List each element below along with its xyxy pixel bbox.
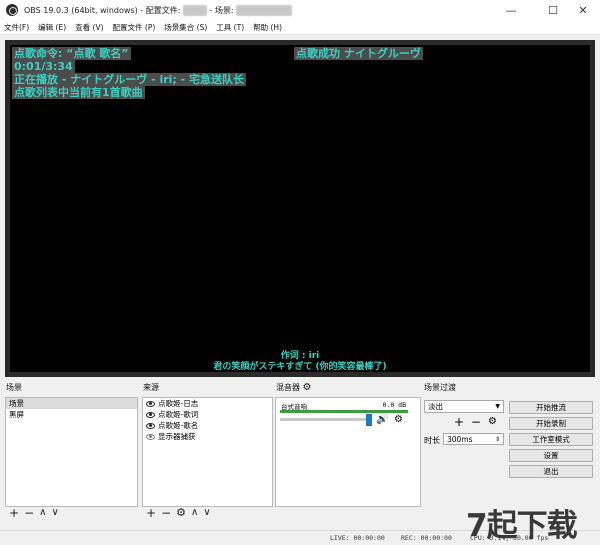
start-stream-button[interactable]: 开始推流 (509, 401, 593, 414)
lyric-line: 君の笑顔がステキすぎて (你的笑容最棒了) (213, 362, 387, 372)
sources-list[interactable]: 点歌姬-日志 点歌姬-歌词 点歌姬-歌名 显示器捕获 (142, 397, 273, 507)
close-button[interactable]: ✕ (566, 0, 600, 20)
gear-icon[interactable]: ⚙ (488, 416, 497, 427)
gear-icon[interactable]: ⚙ (176, 507, 186, 519)
speaker-icon[interactable]: 🔊 (376, 414, 388, 425)
source-label: 显示器捕获 (158, 432, 196, 441)
add-icon[interactable]: + (454, 415, 464, 429)
transition-select[interactable]: 淡出 ▼ (424, 400, 504, 413)
scene-item[interactable]: 黑屏 (6, 409, 137, 420)
window-title: OBS 19.0.3 (64bit, windows) - 配置文件: 未命名 … (24, 4, 293, 16)
live-time: LIVE: 00:00:00 (330, 534, 385, 542)
scene-item[interactable]: 场景 (6, 398, 137, 409)
remove-icon[interactable]: − (471, 415, 481, 429)
menu-scene-collection[interactable]: 场景集合 (S) (164, 22, 207, 33)
source-label: 点歌姬-歌词 (158, 410, 199, 419)
blurred-profile-name: 未命名 (182, 4, 207, 16)
source-item[interactable]: 点歌姬-歌名 (143, 420, 272, 431)
move-down-icon[interactable]: ∨ (203, 507, 210, 519)
eye-icon[interactable] (146, 422, 155, 429)
duration-label: 时长 (424, 436, 440, 445)
duration-field[interactable]: 300ms ⇕ (443, 433, 504, 445)
remove-icon[interactable]: − (161, 507, 171, 519)
scenes-toolbar: + − ∧ ∨ (9, 506, 64, 520)
spinner-icon[interactable]: ⇕ (495, 434, 500, 445)
scenes-title: 场景 (6, 383, 22, 392)
mixer-panel: 台式音响 0.0 dB 🔊 ⚙ (275, 397, 421, 507)
source-item[interactable]: 显示器捕获 (143, 431, 272, 442)
add-icon[interactable]: + (146, 507, 156, 519)
overlay-now-playing: 正在播放 - ナイトグルーヴ - iri; - 宅急送队长 (12, 73, 247, 86)
blurred-scene-name: 未命名场景集合 (236, 4, 293, 16)
menu-profile[interactable]: 配置文件 (P) (113, 22, 156, 33)
volume-slider-track[interactable] (280, 418, 368, 421)
remove-icon[interactable]: − (24, 507, 34, 519)
overlay-command: 点歌命令: “点歌 歌名” (12, 47, 131, 60)
overlay-success: 点歌成功 ナイトグルーヴ (294, 47, 423, 60)
chevron-down-icon: ▼ (495, 403, 500, 410)
minimize-button[interactable]: — (494, 0, 528, 20)
overlay-time: 0:01/3:34 (12, 60, 75, 73)
menu-tools[interactable]: 工具 (T) (216, 22, 244, 33)
menu-bar: 文件(F) 编辑 (E) 查看 (V) 配置文件 (P) 场景集合 (S) 工具… (0, 20, 600, 35)
eye-icon[interactable] (146, 411, 155, 418)
menu-help[interactable]: 帮助 (H) (253, 22, 282, 33)
source-item[interactable]: 点歌姬-歌词 (143, 409, 272, 420)
studio-mode-button[interactable]: 工作室模式 (509, 433, 593, 446)
source-label: 点歌姬-日志 (158, 399, 199, 408)
volume-meter (280, 410, 408, 413)
move-up-icon[interactable]: ∧ (39, 507, 46, 519)
source-item[interactable]: 点歌姬-日志 (143, 398, 272, 409)
title-bar: OBS 19.0.3 (64bit, windows) - 配置文件: 未命名 … (0, 0, 600, 20)
scenes-list[interactable]: 场景 黑屏 (5, 397, 138, 507)
mixer-level: 0.0 dB (382, 401, 406, 409)
move-down-icon[interactable]: ∨ (51, 507, 58, 519)
sources-toolbar: + − ⚙ ∧ ∨ (146, 506, 216, 520)
exit-button[interactable]: 退出 (509, 465, 593, 478)
transitions-title: 场景过渡 (424, 383, 456, 392)
sources-title: 来源 (143, 383, 159, 392)
start-record-button[interactable]: 开始录制 (509, 417, 593, 430)
rec-time: REC: 00:00:00 (401, 534, 452, 542)
watermark-logo: 7起下载 (466, 508, 578, 544)
move-up-icon[interactable]: ∧ (191, 507, 198, 519)
overlay-queue: 点歌列表中当前有1首歌曲 (12, 86, 145, 99)
maximize-button[interactable]: ☐ (536, 0, 570, 20)
mixer-title: 混音器 ⚙ (276, 382, 312, 393)
menu-file[interactable]: 文件(F) (4, 22, 29, 33)
gear-icon[interactable]: ⚙ (394, 414, 403, 425)
eye-slash-icon[interactable] (146, 433, 155, 440)
menu-edit[interactable]: 编辑 (E) (38, 22, 66, 33)
settings-button[interactable]: 设置 (509, 449, 593, 462)
volume-slider-handle[interactable] (366, 414, 372, 426)
gear-icon[interactable]: ⚙ (303, 382, 312, 393)
add-icon[interactable]: + (9, 507, 19, 519)
menu-view[interactable]: 查看 (V) (75, 22, 103, 33)
source-label: 点歌姬-歌名 (158, 421, 199, 430)
eye-icon[interactable] (146, 400, 155, 407)
obs-logo-icon (6, 4, 18, 16)
